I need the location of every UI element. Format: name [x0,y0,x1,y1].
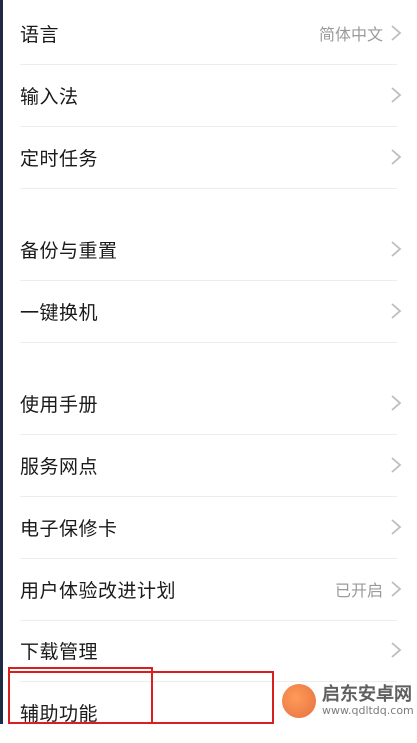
settings-item-user-manual[interactable]: 使用手册 [0,372,417,434]
divider [20,188,397,189]
settings-item-e-warranty[interactable]: 电子保修卡 [0,496,417,558]
settings-item-label: 电子保修卡 [20,517,118,540]
settings-item-user-experience[interactable]: 用户体验改进计划 已开启 [0,558,417,620]
watermark-logo-icon [282,684,316,718]
settings-item-scheduled-tasks[interactable]: 定时任务 [0,126,417,188]
settings-item-label: 备份与重置 [20,239,118,262]
settings-item-label: 语言 [20,23,60,46]
settings-item-label: 一键换机 [20,301,99,324]
settings-item-label: 输入法 [20,85,79,108]
watermark: 启东安卓网 www.qdltdq.com [282,680,414,722]
watermark-url: www.qdltdq.com [322,703,414,717]
chevron-right-icon [391,241,402,257]
chevron-right-icon [391,581,402,597]
divider [20,342,397,343]
settings-item-value: 已开启 [334,581,383,600]
settings-item-value: 简体中文 [318,25,383,44]
settings-item-label: 使用手册 [20,393,99,416]
settings-item-phone-clone[interactable]: 一键换机 [0,280,417,342]
settings-item-language[interactable]: 语言 简体中文 [0,2,417,64]
settings-item-label: 用户体验改进计划 [20,579,177,602]
chevron-right-icon [391,519,402,535]
watermark-title: 启东安卓网 [322,683,412,705]
settings-item-service-centers[interactable]: 服务网点 [0,434,417,496]
watermark-text: 启东安卓网 www.qdltdq.com [322,683,414,717]
chevron-right-icon [391,395,402,411]
chevron-right-icon [391,303,402,319]
settings-item-label: 定时任务 [20,147,99,170]
settings-item-label: 下载管理 [20,640,99,663]
chevron-right-icon [391,87,402,103]
chevron-right-icon [391,457,402,473]
highlight-box-outer [8,671,274,724]
settings-item-input-method[interactable]: 输入法 [0,64,417,126]
chevron-right-icon [391,149,402,165]
settings-item-label: 服务网点 [20,455,99,478]
settings-item-backup-reset[interactable]: 备份与重置 [0,218,417,280]
chevron-right-icon [391,642,402,658]
chevron-right-icon [391,25,402,41]
